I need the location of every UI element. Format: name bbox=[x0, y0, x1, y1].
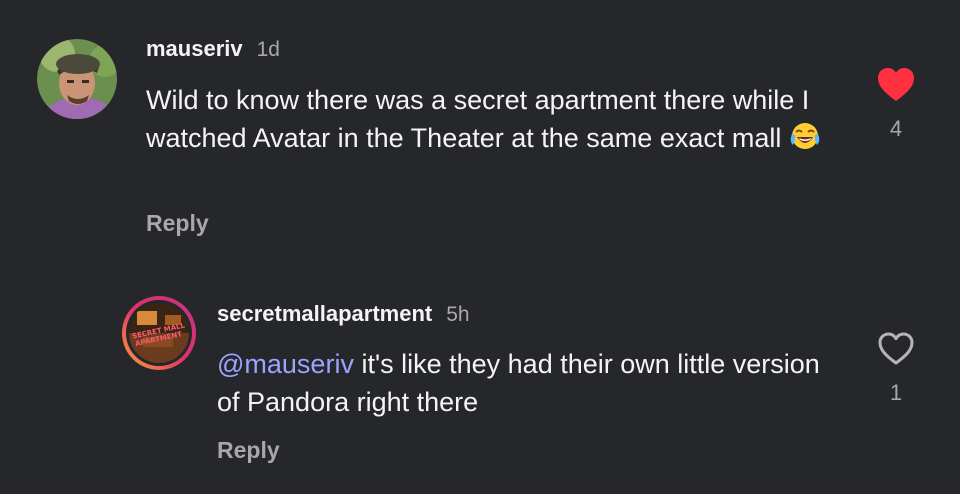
avatar[interactable] bbox=[37, 39, 117, 119]
mention-link[interactable]: @mauseriv bbox=[217, 349, 354, 379]
like-count: 4 bbox=[889, 116, 903, 141]
face-with-tears-of-joy-icon bbox=[789, 121, 821, 161]
like-control: 1 bbox=[876, 331, 916, 406]
comment-text-content: Wild to know there was a secret apartmen… bbox=[146, 85, 810, 153]
username[interactable]: secretmallapartment bbox=[217, 301, 432, 327]
heart-outline-icon[interactable] bbox=[876, 331, 916, 372]
heart-filled-icon[interactable] bbox=[876, 67, 916, 108]
comment-text: @mauseriv it's like they had their own l… bbox=[217, 345, 837, 421]
avatar: SECRET MALL APARTMENT bbox=[126, 300, 192, 366]
like-count: 1 bbox=[889, 380, 903, 405]
username[interactable]: mauseriv bbox=[146, 36, 243, 62]
reply-button[interactable]: Reply bbox=[217, 437, 280, 464]
avatar-story-ring[interactable]: SECRET MALL APARTMENT bbox=[122, 296, 196, 370]
comment-meta: secretmallapartment 5h bbox=[217, 301, 470, 327]
timestamp: 1d bbox=[256, 38, 280, 61]
reply-button[interactable]: Reply bbox=[146, 210, 209, 237]
comment-meta: mauseriv 1d bbox=[146, 36, 280, 62]
like-control: 4 bbox=[876, 67, 916, 142]
comment-text: Wild to know there was a secret apartmen… bbox=[146, 81, 846, 161]
timestamp: 5h bbox=[446, 303, 470, 326]
